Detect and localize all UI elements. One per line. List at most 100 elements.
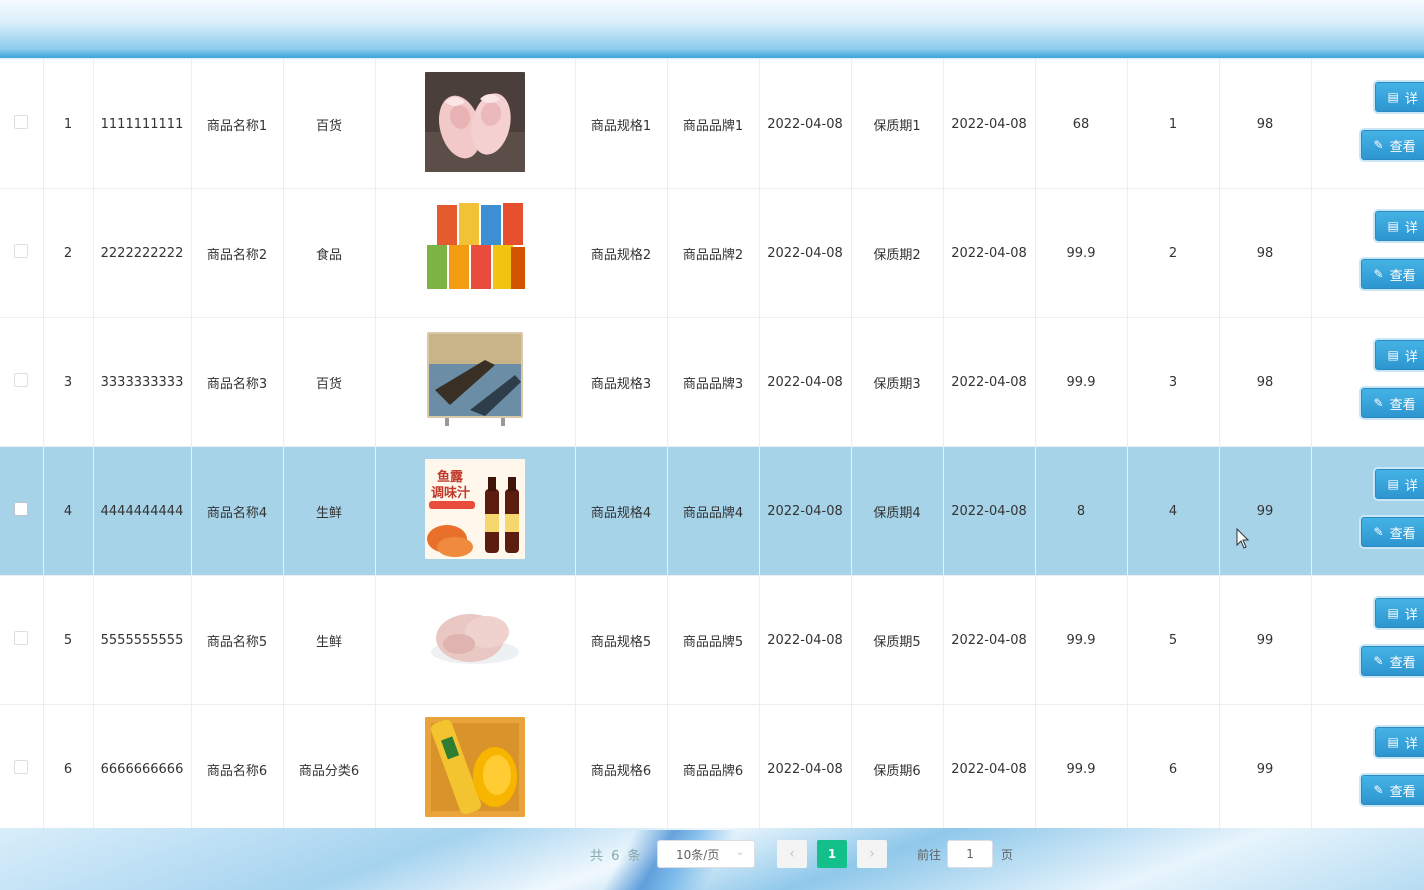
detail-button[interactable]: ▤ 详 — [1374, 598, 1424, 628]
cell-quantity: 1 — [1127, 60, 1220, 189]
cell-code: 2222222222 — [93, 188, 192, 318]
edit-icon: ✎ — [1373, 525, 1384, 539]
cell-quantity-text: 2 — [1168, 245, 1178, 261]
row-checkbox[interactable] — [14, 502, 29, 516]
cell-actions: ▤ 详 ✎ 查看 — [1311, 575, 1424, 705]
goto-page-input[interactable] — [947, 840, 994, 868]
detail-button[interactable]: ▤ 详 — [1374, 340, 1424, 370]
header-banner — [0, 0, 1424, 58]
table-body: 1 1111111111 商品名称1 百货 商品规格1 商品品牌1 2022-04-08 保质… — [0, 60, 1424, 828]
table-row[interactable]: 3 3333333333 商品名称3 百货 商品规格3 商品品牌3 2022-04-08 保质… — [0, 317, 1424, 447]
table-row[interactable]: 1 1111111111 商品名称1 百货 商品规格1 商品品牌1 2022-04-08 保质… — [0, 60, 1424, 189]
detail-button[interactable]: ▤ 详 — [1374, 727, 1424, 757]
cell-image — [375, 704, 576, 828]
cell-name: 商品名称4 — [191, 446, 284, 576]
cell-spec-text: 商品规格3 — [590, 376, 652, 392]
table-row[interactable]: 2 2222222222 商品名称2 食品 商品规格2 商品品牌2 2022-04-08 保质… — [0, 188, 1424, 318]
document-icon: ▤ — [1387, 90, 1399, 104]
product-image[interactable] — [425, 717, 525, 817]
row-checkbox[interactable] — [14, 631, 29, 645]
table-row[interactable]: 6 6666666666 商品名称6 商品分类6 商品规格6 商品品牌6 2022-04-0… — [0, 704, 1424, 828]
cell-shelf-life: 保质期5 — [851, 575, 944, 705]
row-checkbox[interactable] — [14, 760, 29, 774]
cell-price-text: 99.9 — [1066, 374, 1096, 390]
chevron-down-icon: ⌄ — [735, 847, 744, 858]
cell-name-text: 商品名称1 — [206, 118, 268, 134]
cell-brand-text: 商品品牌4 — [682, 505, 744, 521]
detail-button-label: 详 — [1404, 91, 1418, 107]
row-checkbox[interactable] — [14, 373, 29, 387]
product-image[interactable]: 鱼露 调味汁 — [425, 459, 525, 559]
cell-index: 3 — [43, 317, 94, 447]
cell-name-text: 商品名称6 — [206, 763, 268, 779]
cell-spec: 商品规格2 — [575, 188, 668, 318]
detail-button-label: 详 — [1404, 736, 1418, 752]
prev-page-button[interactable]: ‹ — [777, 840, 807, 868]
cell-date-text: 2022-04-08 — [767, 116, 843, 132]
cell-shelf-life-text: 保质期3 — [873, 376, 921, 392]
cell-score: 99 — [1219, 575, 1312, 705]
view-button[interactable]: ✎ 查看 — [1360, 259, 1424, 289]
cell-date-2-text: 2022-04-08 — [951, 245, 1027, 261]
cell-price: 99.9 — [1035, 317, 1128, 447]
cell-spec: 商品规格4 — [575, 446, 668, 576]
cell-brand-text: 商品品牌6 — [682, 763, 744, 779]
cell-date-text: 2022-04-08 — [767, 761, 843, 777]
view-button[interactable]: ✎ 查看 — [1360, 130, 1424, 160]
cell-shelf-life: 保质期4 — [851, 446, 944, 576]
view-button[interactable]: ✎ 查看 — [1360, 646, 1424, 676]
cell-date: 2022-04-08 — [759, 446, 852, 576]
view-button[interactable]: ✎ 查看 — [1360, 388, 1424, 418]
view-button-label: 查看 — [1389, 139, 1416, 155]
cell-brand: 商品品牌3 — [667, 317, 760, 447]
cell-price: 8 — [1035, 446, 1128, 576]
svg-text:调味汁: 调味汁 — [431, 485, 470, 501]
view-button[interactable]: ✎ 查看 — [1360, 517, 1424, 547]
cell-spec: 商品规格5 — [575, 575, 668, 705]
cell-shelf-life: 保质期1 — [851, 60, 944, 189]
page-size-select[interactable]: 10条/页 ⌄ — [657, 840, 755, 868]
cell-index: 4 — [43, 446, 94, 576]
detail-button[interactable]: ▤ 详 — [1374, 211, 1424, 241]
cell-date-2-text: 2022-04-08 — [951, 374, 1027, 390]
pagination: 共 6 条 10条/页 ⌄ ‹ 1 › 前往 页 — [590, 840, 1013, 868]
cell-quantity: 2 — [1127, 188, 1220, 318]
cell-spec-text: 商品规格5 — [590, 634, 652, 650]
cell-category-text: 百货 — [315, 118, 342, 134]
product-image[interactable] — [425, 588, 525, 688]
cell-date-2: 2022-04-08 — [943, 188, 1036, 318]
edit-icon: ✎ — [1373, 783, 1384, 797]
cell-category-text: 百货 — [315, 376, 342, 392]
cell-score-text: 99 — [1256, 632, 1274, 648]
cell-shelf-life: 保质期6 — [851, 704, 944, 828]
document-icon: ▤ — [1387, 219, 1399, 233]
row-select-cell — [0, 60, 44, 189]
cell-category-text: 食品 — [315, 247, 342, 263]
cell-shelf-life-text: 保质期5 — [873, 634, 921, 650]
product-image[interactable] — [425, 201, 525, 301]
cell-date-2: 2022-04-08 — [943, 317, 1036, 447]
cell-date-2-text: 2022-04-08 — [951, 116, 1027, 132]
cell-price-text: 99.9 — [1066, 632, 1096, 648]
detail-button[interactable]: ▤ 详 — [1374, 469, 1424, 499]
view-button[interactable]: ✎ 查看 — [1360, 775, 1424, 805]
table-row[interactable]: 5 5555555555 商品名称5 生鲜 商品规格5 商品品牌5 2022-04-08 保质… — [0, 575, 1424, 705]
page-number-current[interactable]: 1 — [817, 840, 847, 868]
detail-button-label: 详 — [1404, 478, 1418, 494]
cell-score: 99 — [1219, 446, 1312, 576]
cell-code: 5555555555 — [93, 575, 192, 705]
table-row[interactable]: 4 4444444444 商品名称4 生鲜 鱼露 调味汁 商品规格4 商品品牌4 2022-04… — [0, 446, 1424, 576]
edit-icon: ✎ — [1373, 396, 1384, 410]
cell-brand-text: 商品品牌2 — [682, 247, 744, 263]
cell-score-text: 99 — [1256, 761, 1274, 777]
next-page-button[interactable]: › — [857, 840, 887, 868]
row-checkbox[interactable] — [14, 244, 29, 258]
product-image[interactable] — [425, 72, 525, 172]
row-checkbox[interactable] — [14, 115, 29, 129]
detail-button-label: 详 — [1404, 607, 1418, 623]
detail-button[interactable]: ▤ 详 — [1374, 82, 1424, 112]
document-icon: ▤ — [1387, 348, 1399, 362]
product-image[interactable] — [425, 330, 525, 430]
edit-icon: ✎ — [1373, 138, 1384, 152]
cell-brand-text: 商品品牌1 — [682, 118, 744, 134]
